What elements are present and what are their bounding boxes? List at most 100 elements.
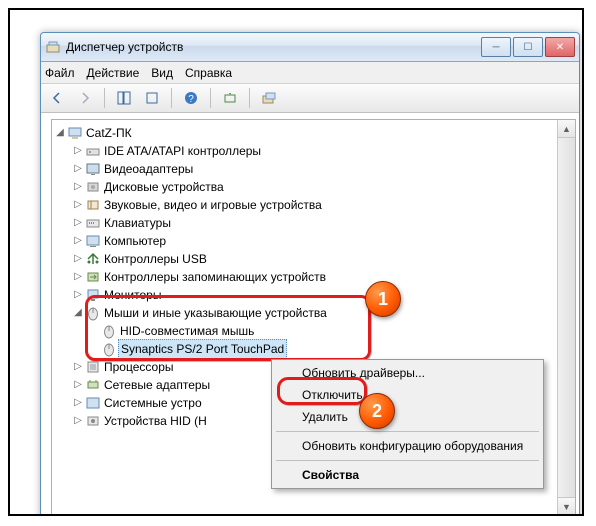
forward-button[interactable]: [73, 86, 97, 110]
device-category-icon: [85, 233, 101, 249]
scroll-down-arrow[interactable]: ▼: [558, 497, 575, 515]
tree-node[interactable]: ▷ Дисковые устройства: [54, 178, 573, 196]
tree-node-mice[interactable]: ◢ Мыши и иные указывающие устройства: [54, 304, 573, 322]
device-category-icon: [85, 413, 101, 429]
tree-node[interactable]: ▷IDE ATA/ATAPI контроллеры: [54, 142, 573, 160]
close-button[interactable]: ✕: [545, 37, 575, 57]
mouse-icon: [101, 341, 117, 357]
expand-icon[interactable]: ▷: [72, 394, 84, 412]
tree-node[interactable]: ▷ Видеоадаптеры: [54, 160, 573, 178]
menu-file[interactable]: Файл: [45, 66, 75, 80]
device-category-icon: [85, 377, 101, 393]
menu-help[interactable]: Справка: [185, 66, 232, 80]
expand-icon[interactable]: ▷: [72, 358, 84, 376]
tree-node-label: Процессоры: [104, 358, 174, 376]
devices-icon-button[interactable]: [257, 86, 281, 110]
tree-node-synaptics[interactable]: Synaptics PS/2 Port TouchPad: [54, 340, 573, 358]
tree-node-label: Мониторы: [104, 286, 161, 304]
device-category-icon: [85, 359, 101, 375]
titlebar[interactable]: Диспетчер устройств ─ ☐ ✕: [41, 33, 579, 62]
hid-mouse-label: HID-совместимая мышь: [120, 322, 254, 340]
expand-icon[interactable]: ▷: [72, 214, 84, 232]
marker-1: 1: [365, 281, 401, 317]
detail-view-button[interactable]: [112, 86, 136, 110]
tree-node-label: Контроллеры запоминающих устройств: [104, 268, 326, 286]
context-menu: Обновить драйверы... Отключить Удалить О…: [271, 359, 544, 489]
window-title: Диспетчер устройств: [66, 40, 481, 54]
menu-disable[interactable]: Отключить: [274, 384, 541, 406]
expand-icon[interactable]: ▷: [72, 376, 84, 394]
device-category-icon: [85, 395, 101, 411]
tree-node[interactable]: ▷ Компьютер: [54, 232, 573, 250]
large-icons-button[interactable]: [140, 86, 164, 110]
device-manager-window: Диспетчер устройств ─ ☐ ✕ Файл Действие …: [40, 32, 580, 516]
menu-separator: [276, 460, 539, 461]
tree-node-label: Видеоадаптеры: [104, 160, 193, 178]
expand-icon[interactable]: ▷: [72, 268, 84, 286]
scroll-up-arrow[interactable]: ▲: [558, 120, 575, 138]
devmgr-icon: [45, 39, 61, 55]
back-button[interactable]: [45, 86, 69, 110]
collapse-icon[interactable]: ◢: [54, 124, 66, 142]
scroll-track[interactable]: [558, 138, 575, 497]
menu-properties[interactable]: Свойства: [274, 464, 541, 486]
tree-node-label: Дисковые устройства: [104, 178, 224, 196]
menu-delete[interactable]: Удалить: [274, 406, 541, 428]
expand-icon[interactable]: ▷: [72, 250, 84, 268]
tree-node-label: Клавиатуры: [104, 214, 171, 232]
minimize-button[interactable]: ─: [481, 37, 511, 57]
expand-icon[interactable]: ▷: [72, 286, 84, 304]
svg-text:?: ?: [188, 94, 194, 105]
mouse-icon: [85, 305, 101, 321]
computer-icon: [67, 125, 83, 141]
menu-action[interactable]: Действие: [87, 66, 140, 80]
expand-icon[interactable]: ▷: [72, 412, 84, 430]
window-buttons: ─ ☐ ✕: [481, 37, 575, 57]
refresh-button[interactable]: [218, 86, 242, 110]
menu-view[interactable]: Вид: [151, 66, 173, 80]
toolbar-separator: [249, 88, 250, 108]
menu-separator: [276, 431, 539, 432]
help-button[interactable]: ?: [179, 86, 203, 110]
expand-icon[interactable]: ▷: [72, 160, 84, 178]
synaptics-label: Synaptics PS/2 Port TouchPad: [118, 339, 287, 359]
collapse-icon[interactable]: ◢: [72, 304, 84, 322]
device-category-icon: [85, 161, 101, 177]
tree-node-label: Системные устро: [104, 394, 202, 412]
mouse-icon: [101, 323, 117, 339]
tree-node-label: Компьютер: [104, 232, 166, 250]
expand-icon[interactable]: ▷: [72, 142, 84, 160]
toolbar-separator: [104, 88, 105, 108]
maximize-button[interactable]: ☐: [513, 37, 543, 57]
root-label: CatZ-ПК: [86, 124, 132, 142]
tree-root[interactable]: ◢ CatZ-ПК: [54, 124, 573, 142]
device-category-icon: [85, 215, 101, 231]
vertical-scrollbar[interactable]: ▲ ▼: [557, 120, 575, 515]
tree-node-label: Контроллеры USB: [104, 250, 207, 268]
toolbar-separator: [210, 88, 211, 108]
expand-icon[interactable]: ▷: [72, 232, 84, 250]
expand-icon[interactable]: ▷: [72, 196, 84, 214]
menu-refresh-config[interactable]: Обновить конфигурацию оборудования: [274, 435, 541, 457]
tree-node[interactable]: ▷ Контроллеры USB: [54, 250, 573, 268]
device-category-icon: [85, 287, 101, 303]
toolbar: ?: [41, 84, 579, 113]
tree-node-label: Устройства HID (H: [104, 412, 207, 430]
tree-node-label: Сетевые адаптеры: [104, 376, 210, 394]
tree-node[interactable]: ▷ Звуковые, видео и игровые устройства: [54, 196, 573, 214]
toolbar-separator: [171, 88, 172, 108]
device-category-icon: [85, 179, 101, 195]
tree-node-label: Звуковые, видео и игровые устройства: [104, 196, 322, 214]
tree-node[interactable]: ▷ Контроллеры запоминающих устройств: [54, 268, 573, 286]
screenshot-frame: Диспетчер устройств ─ ☐ ✕ Файл Действие …: [8, 8, 584, 516]
device-category-icon: [85, 269, 101, 285]
tree-node-hid-mouse[interactable]: HID-совместимая мышь: [54, 322, 573, 340]
device-category-icon: [85, 251, 101, 267]
tree-node[interactable]: ▷ Клавиатуры: [54, 214, 573, 232]
device-category-icon: [85, 143, 101, 159]
tree-node[interactable]: ▷ Мониторы: [54, 286, 573, 304]
mice-cat-label: Мыши и иные указывающие устройства: [104, 304, 327, 322]
menu-update-drivers[interactable]: Обновить драйверы...: [274, 362, 541, 384]
menubar: Файл Действие Вид Справка: [41, 62, 579, 84]
expand-icon[interactable]: ▷: [72, 178, 84, 196]
